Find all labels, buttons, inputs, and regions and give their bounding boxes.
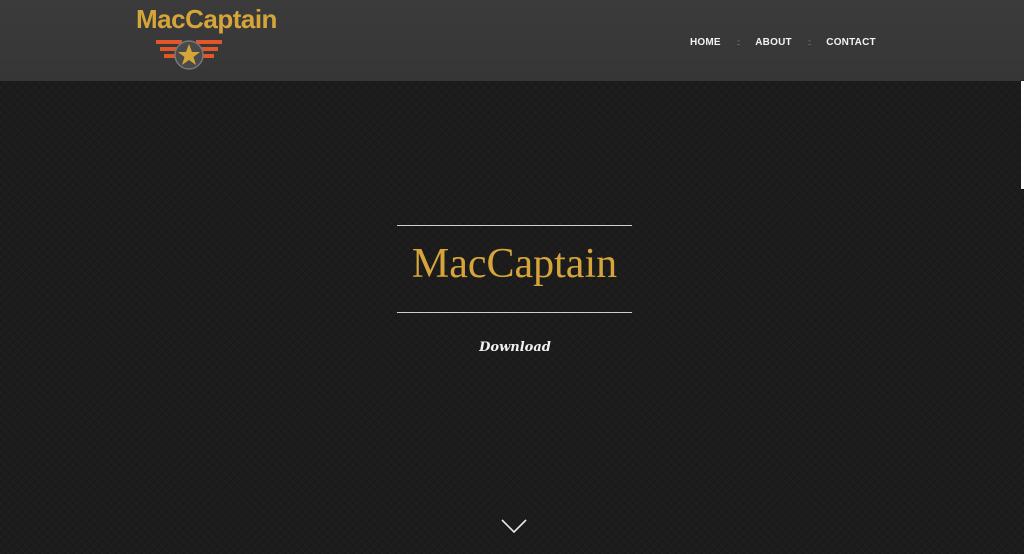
site-logo[interactable]: MacCaptain <box>134 4 277 74</box>
hero-top-divider <box>397 225 632 226</box>
nav-separator: :: <box>736 37 741 47</box>
logo-text: MacCaptain <box>136 4 277 34</box>
chevron-down-icon[interactable] <box>501 518 527 534</box>
download-link[interactable]: Download <box>460 340 570 355</box>
nav-contact[interactable]: CONTACT <box>826 37 876 48</box>
main-nav: HOME :: ABOUT :: CONTACT <box>690 35 876 49</box>
nav-separator: :: <box>807 37 812 47</box>
wings-star-emblem-icon <box>156 40 222 70</box>
nav-home[interactable]: HOME <box>690 37 721 48</box>
site-header: MacCaptain HOME :: ABOUT :: CONTACT <box>0 0 1024 81</box>
nav-about[interactable]: ABOUT <box>755 37 792 48</box>
page: MacCaptain HOME :: ABOUT :: CONTACT MacC… <box>0 0 1024 554</box>
hero-title: MacCaptain <box>411 241 618 287</box>
hero-bottom-divider <box>397 312 632 313</box>
